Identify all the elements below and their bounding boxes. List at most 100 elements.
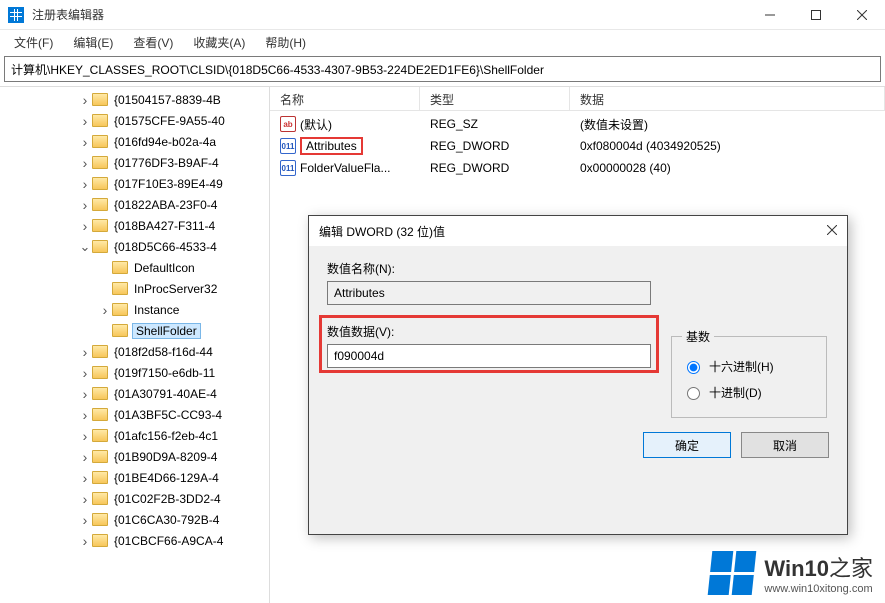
base-legend: 基数 bbox=[682, 328, 714, 345]
tree-item[interactable]: {01504157-8839-4B bbox=[0, 89, 269, 110]
chevron-icon[interactable] bbox=[78, 344, 92, 360]
chevron-icon[interactable] bbox=[78, 386, 92, 402]
chevron-icon[interactable] bbox=[78, 197, 92, 213]
watermark-brand: Win10之家 bbox=[764, 551, 873, 583]
minimize-button[interactable] bbox=[747, 0, 793, 30]
chevron-icon[interactable] bbox=[78, 449, 92, 465]
folder-icon bbox=[112, 282, 128, 295]
chevron-icon[interactable] bbox=[78, 407, 92, 423]
chevron-icon[interactable] bbox=[78, 92, 92, 108]
list-row[interactable]: 011FolderValueFla...REG_DWORD0x00000028 … bbox=[270, 157, 885, 179]
folder-icon bbox=[92, 492, 108, 505]
folder-icon bbox=[92, 345, 108, 358]
list-row[interactable]: 011AttributesREG_DWORD0xf080004d (403492… bbox=[270, 135, 885, 157]
edit-dword-dialog: 编辑 DWORD (32 位)值 数值名称(N): 数值数据(V): 基数 十六… bbox=[308, 215, 848, 535]
chevron-icon[interactable] bbox=[78, 470, 92, 486]
tree-item-label: DefaultIcon bbox=[132, 261, 197, 275]
col-name[interactable]: 名称 bbox=[270, 87, 420, 110]
list-row[interactable]: ab(默认)REG_SZ(数值未设置) bbox=[270, 113, 885, 135]
radio-hex-input[interactable] bbox=[687, 361, 700, 374]
tree-item[interactable]: {01C6CA30-792B-4 bbox=[0, 509, 269, 530]
chevron-icon[interactable] bbox=[78, 239, 92, 255]
tree-item[interactable]: InProcServer32 bbox=[0, 278, 269, 299]
ok-button[interactable]: 确定 bbox=[643, 432, 731, 458]
folder-icon bbox=[92, 513, 108, 526]
tree-item[interactable]: ShellFolder bbox=[0, 320, 269, 341]
tree-item[interactable]: {01575CFE-9A55-40 bbox=[0, 110, 269, 131]
menu-view[interactable]: 查看(V) bbox=[125, 32, 181, 53]
tree-item[interactable]: {01A3BF5C-CC93-4 bbox=[0, 404, 269, 425]
folder-icon bbox=[92, 429, 108, 442]
chevron-icon[interactable] bbox=[78, 428, 92, 444]
cancel-button[interactable]: 取消 bbox=[741, 432, 829, 458]
tree-pane[interactable]: {01504157-8839-4B{01575CFE-9A55-40{016fd… bbox=[0, 87, 270, 603]
value-name-label: 数值名称(N): bbox=[327, 260, 651, 277]
chevron-icon[interactable] bbox=[78, 176, 92, 192]
tree-item[interactable]: {01B90D9A-8209-4 bbox=[0, 446, 269, 467]
tree-item[interactable]: {01A30791-40AE-4 bbox=[0, 383, 269, 404]
folder-icon bbox=[92, 114, 108, 127]
tree-item-label: {01822ABA-23F0-4 bbox=[112, 198, 219, 212]
folder-icon bbox=[92, 408, 108, 421]
close-button[interactable] bbox=[839, 0, 885, 30]
list-header: 名称 类型 数据 bbox=[270, 87, 885, 111]
radio-hex[interactable]: 十六进制(H) bbox=[682, 353, 816, 379]
tree-item[interactable]: {01CBCF66-A9CA-4 bbox=[0, 530, 269, 551]
radio-dec-label: 十进制(D) bbox=[709, 384, 762, 401]
value-data-input[interactable] bbox=[327, 344, 651, 368]
address-bar[interactable]: 计算机\HKEY_CLASSES_ROOT\CLSID\{018D5C66-45… bbox=[4, 56, 881, 82]
chevron-icon[interactable] bbox=[78, 512, 92, 528]
col-data[interactable]: 数据 bbox=[570, 87, 885, 110]
col-type[interactable]: 类型 bbox=[420, 87, 570, 110]
menu-edit[interactable]: 编辑(E) bbox=[65, 32, 121, 53]
folder-icon bbox=[112, 303, 128, 316]
tree-item-label: {01afc156-f2eb-4c1 bbox=[112, 429, 220, 443]
tree-item[interactable]: DefaultIcon bbox=[0, 257, 269, 278]
tree-item[interactable]: {01776DF3-B9AF-4 bbox=[0, 152, 269, 173]
folder-icon bbox=[92, 93, 108, 106]
chevron-icon[interactable] bbox=[78, 218, 92, 234]
tree-item-label: {01C02F2B-3DD2-4 bbox=[112, 492, 223, 506]
menubar: 文件(F) 编辑(E) 查看(V) 收藏夹(A) 帮助(H) bbox=[0, 30, 885, 54]
windows-logo-icon bbox=[708, 551, 757, 595]
value-type: REG_DWORD bbox=[420, 161, 570, 175]
menu-file[interactable]: 文件(F) bbox=[6, 32, 61, 53]
dialog-close-icon[interactable] bbox=[827, 224, 837, 238]
folder-icon bbox=[92, 240, 108, 253]
tree-item[interactable]: {019f7150-e6db-11 bbox=[0, 362, 269, 383]
app-icon bbox=[8, 7, 24, 23]
chevron-icon[interactable] bbox=[78, 365, 92, 381]
base-fieldset: 基数 十六进制(H) 十进制(D) bbox=[671, 328, 827, 418]
folder-icon bbox=[92, 471, 108, 484]
tree-item-label: {019f7150-e6db-11 bbox=[112, 366, 217, 380]
maximize-button[interactable] bbox=[793, 0, 839, 30]
chevron-icon[interactable] bbox=[78, 134, 92, 150]
menu-favorites[interactable]: 收藏夹(A) bbox=[185, 32, 253, 53]
tree-item[interactable]: {016fd94e-b02a-4a bbox=[0, 131, 269, 152]
tree-item[interactable]: {018BA427-F311-4 bbox=[0, 215, 269, 236]
radio-dec-input[interactable] bbox=[687, 387, 700, 400]
tree-item[interactable]: {018f2d58-f16d-44 bbox=[0, 341, 269, 362]
tree-item-label: {01CBCF66-A9CA-4 bbox=[112, 534, 225, 548]
titlebar: 注册表编辑器 bbox=[0, 0, 885, 30]
tree-item[interactable]: {01afc156-f2eb-4c1 bbox=[0, 425, 269, 446]
radio-dec[interactable]: 十进制(D) bbox=[682, 379, 816, 405]
tree-item[interactable]: {01BE4D66-129A-4 bbox=[0, 467, 269, 488]
chevron-icon[interactable] bbox=[78, 155, 92, 171]
tree-item-label: {018f2d58-f16d-44 bbox=[112, 345, 215, 359]
tree-item[interactable]: {018D5C66-4533-4 bbox=[0, 236, 269, 257]
address-text: 计算机\HKEY_CLASSES_ROOT\CLSID\{018D5C66-45… bbox=[11, 61, 544, 78]
tree-item-label: {01C6CA30-792B-4 bbox=[112, 513, 221, 527]
folder-icon bbox=[92, 177, 108, 190]
tree-item[interactable]: {01822ABA-23F0-4 bbox=[0, 194, 269, 215]
menu-help[interactable]: 帮助(H) bbox=[257, 32, 314, 53]
chevron-icon[interactable] bbox=[98, 302, 112, 318]
chevron-icon[interactable] bbox=[78, 491, 92, 507]
tree-item[interactable]: {01C02F2B-3DD2-4 bbox=[0, 488, 269, 509]
chevron-icon[interactable] bbox=[78, 533, 92, 549]
chevron-icon[interactable] bbox=[78, 113, 92, 129]
tree-item[interactable]: {017F10E3-89E4-49 bbox=[0, 173, 269, 194]
tree-item[interactable]: Instance bbox=[0, 299, 269, 320]
tree-item-label: {01A30791-40AE-4 bbox=[112, 387, 219, 401]
value-name-input[interactable] bbox=[327, 281, 651, 305]
